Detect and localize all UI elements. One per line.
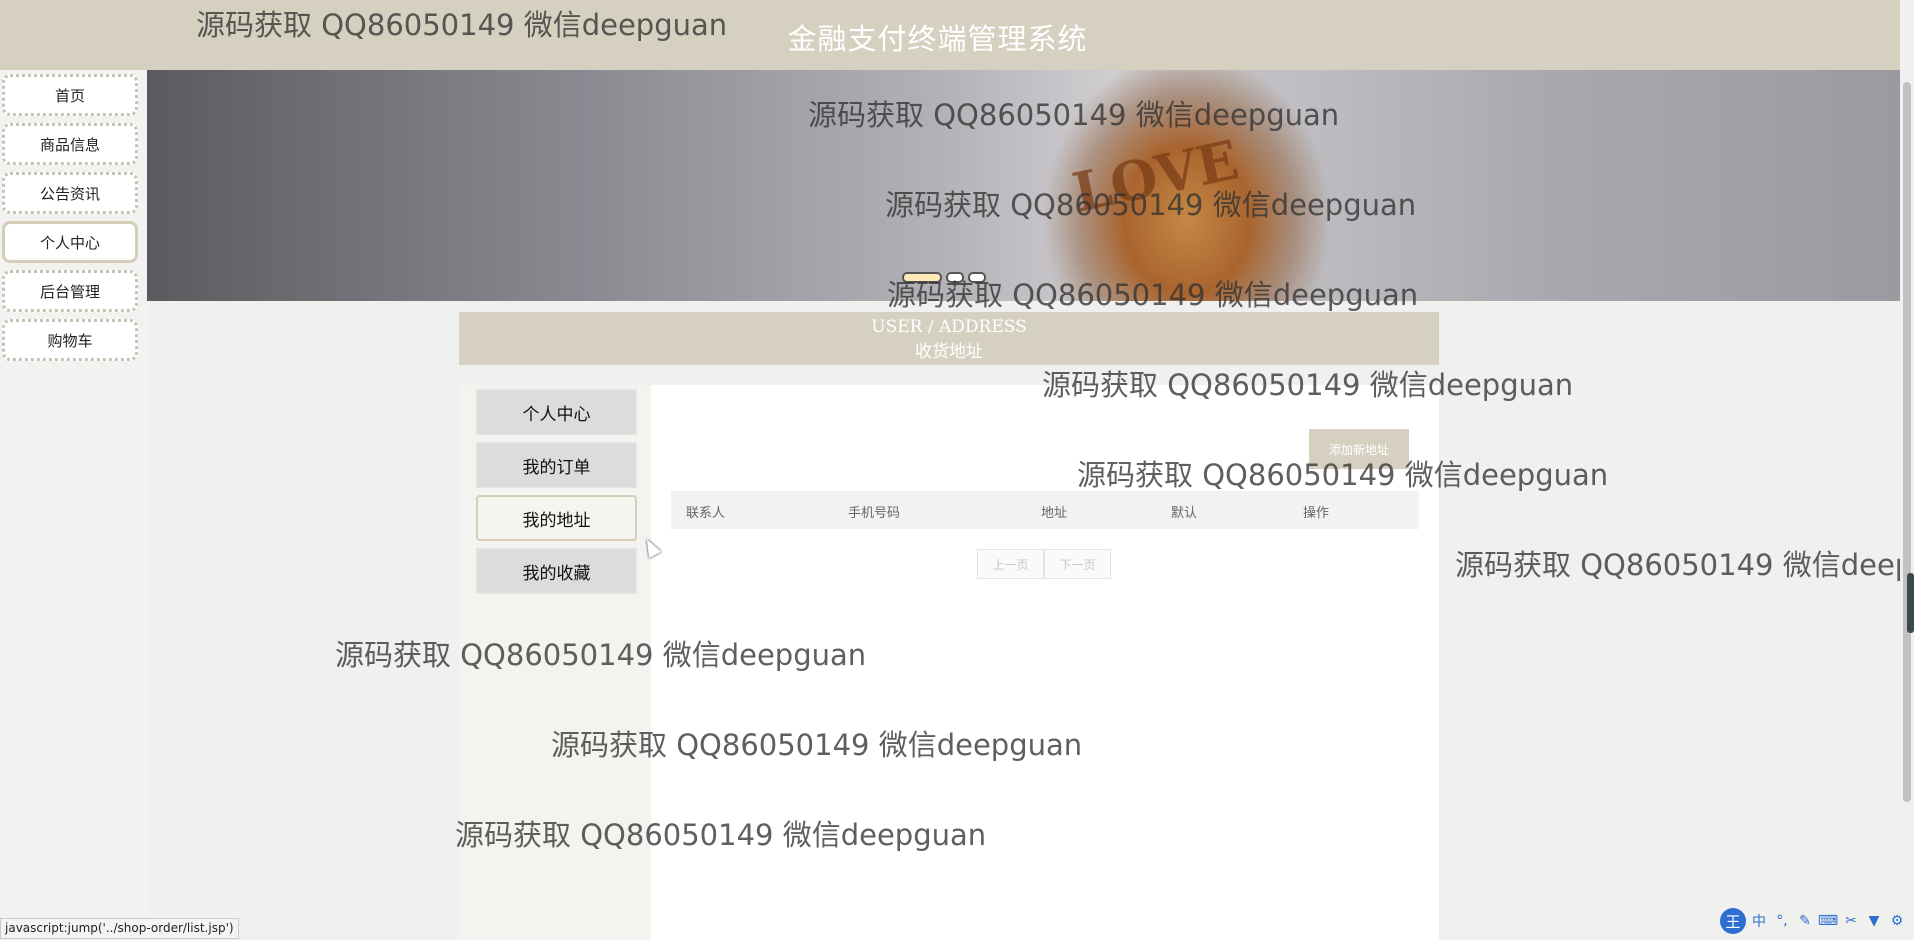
banner-carousel: LOVE	[147, 70, 1901, 301]
nav-cart[interactable]: 购物车	[2, 319, 138, 361]
col-actions: 操作	[1303, 506, 1330, 521]
banner-love-text: LOVE	[1067, 127, 1244, 225]
pagination: 上一页 下一页	[977, 549, 1111, 579]
nav-home[interactable]: 首页	[2, 74, 138, 116]
status-bar-url: javascript:jump('../shop-order/list.jsp'…	[0, 918, 239, 939]
add-address-button[interactable]: 添加新地址	[1309, 429, 1409, 469]
watermark: 源码获取 QQ86050149 微信deepguan	[1455, 548, 1900, 582]
left-nav: 首页 商品信息 公告资讯 个人中心 后台管理 购物车	[0, 70, 147, 922]
section-title-en: USER / ADDRESS	[871, 317, 1027, 337]
nav-admin[interactable]: 后台管理	[2, 270, 138, 312]
ime-settings-icon[interactable]: ⚙	[1887, 911, 1907, 931]
ime-keyboard-icon[interactable]: ⌨	[1818, 911, 1838, 931]
carousel-dot-3[interactable]	[968, 272, 986, 283]
side-item-my-orders[interactable]: 我的订单	[476, 442, 637, 488]
ime-toolbar: 王 中 °, ✎ ⌨ ✂ ▼ ⚙	[1720, 908, 1907, 934]
next-page-button[interactable]: 下一页	[1044, 549, 1111, 579]
side-item-my-favorites[interactable]: 我的收藏	[476, 548, 637, 594]
nav-products[interactable]: 商品信息	[2, 123, 138, 165]
scrollbar-thumb[interactable]	[1903, 82, 1911, 802]
nav-personal-center[interactable]: 个人中心	[2, 221, 138, 263]
carousel-dot-2[interactable]	[946, 272, 964, 283]
side-edge-tab[interactable]	[1907, 573, 1914, 633]
section-title-cn: 收货地址	[915, 342, 983, 362]
col-default: 默认	[1171, 506, 1198, 521]
col-phone: 手机号码	[848, 506, 901, 521]
prev-page-button[interactable]: 上一页	[977, 549, 1044, 579]
ime-scissors-icon[interactable]: ✂	[1841, 911, 1861, 931]
content-panel: 个人中心 我的订单 我的地址 我的收藏 添加新地址 联系人 手机号码 地址 默认…	[459, 385, 1439, 940]
carousel-indicators	[902, 272, 986, 283]
side-item-personal-center[interactable]: 个人中心	[476, 389, 637, 435]
ime-handwriting-icon[interactable]: ✎	[1795, 911, 1815, 931]
ime-skin-icon[interactable]: ▼	[1864, 911, 1884, 931]
section-header: USER / ADDRESS 收货地址	[459, 312, 1439, 365]
user-side-menu: 个人中心 我的订单 我的地址 我的收藏	[459, 385, 651, 940]
address-table-header: 联系人 手机号码 地址 默认 操作	[671, 491, 1419, 529]
side-item-my-address[interactable]: 我的地址	[476, 495, 637, 541]
ime-punctuation-icon[interactable]: °,	[1772, 911, 1792, 931]
carousel-dot-1[interactable]	[902, 272, 942, 283]
ime-logo-icon[interactable]: 王	[1720, 908, 1746, 934]
nav-news[interactable]: 公告资讯	[2, 172, 138, 214]
page-scrollbar[interactable]	[1900, 0, 1914, 940]
col-address: 地址	[1041, 506, 1068, 521]
ime-language-mode[interactable]: 中	[1749, 911, 1769, 931]
top-header: 金融支付终端管理系统	[0, 0, 1900, 70]
site-title: 金融支付终端管理系统	[787, 22, 1088, 56]
col-contact: 联系人	[686, 506, 726, 521]
